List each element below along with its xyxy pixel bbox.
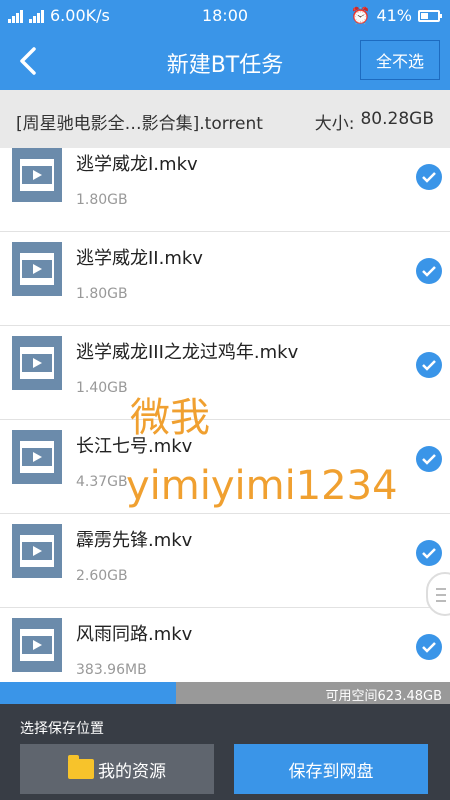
deselect-all-button[interactable]: 全不选 — [360, 40, 440, 80]
file-name: 长江七号.mkv — [76, 436, 193, 457]
save-location-label: 选择保存位置 — [20, 721, 104, 737]
file-size: 383.96MB — [76, 662, 147, 678]
storage-bar: 可用空间623.48GB — [0, 682, 450, 704]
file-size: 1.80GB — [76, 192, 128, 208]
check-icon — [422, 454, 436, 465]
file-list[interactable]: 逃学威龙I.mkv 1.80GB 逃学威龙II.mkv 1.80GB 逃学威龙I… — [0, 148, 450, 682]
torrent-size: 大小: 80.28GB — [315, 109, 434, 134]
file-checkbox[interactable] — [416, 540, 442, 566]
title-bar: 新建BT任务 全不选 — [0, 32, 450, 90]
my-resources-button[interactable]: 我的资源 — [20, 744, 214, 794]
video-file-icon — [12, 242, 62, 296]
my-resources-label: 我的资源 — [98, 761, 166, 782]
file-row[interactable]: 霹雳先锋.mkv 2.60GB — [0, 514, 450, 608]
storage-used-fill — [0, 682, 176, 704]
video-file-icon — [12, 148, 62, 202]
file-row[interactable]: 逃学威龙III之龙过鸡年.mkv 1.40GB — [0, 326, 450, 420]
file-row[interactable]: 逃学威龙I.mkv 1.80GB — [0, 148, 450, 232]
bottom-panel: 选择保存位置 我的资源 保存到网盘 — [0, 704, 450, 800]
check-icon — [422, 266, 436, 277]
file-checkbox[interactable] — [416, 258, 442, 284]
storage-available-text: 可用空间623.48GB — [325, 689, 442, 704]
file-checkbox[interactable] — [416, 446, 442, 472]
check-icon — [422, 642, 436, 653]
battery-icon — [418, 9, 442, 22]
file-row[interactable]: 长江七号.mkv 4.37GB — [0, 420, 450, 514]
video-file-icon — [12, 336, 62, 390]
torrent-info-bar: [周星驰电影全…影合集].torrent 大小: 80.28GB — [0, 90, 450, 148]
alarm-icon: ⏰ — [350, 6, 371, 25]
file-checkbox[interactable] — [416, 352, 442, 378]
file-name: 逃学威龙III之龙过鸡年.mkv — [76, 342, 299, 363]
torrent-name: [周星驰电影全…影合集].torrent — [16, 114, 263, 134]
check-icon — [422, 360, 436, 371]
file-size: 4.37GB — [76, 474, 128, 490]
file-size: 1.40GB — [76, 380, 128, 396]
video-file-icon — [12, 430, 62, 484]
torrent-size-value: 80.28GB — [360, 109, 434, 129]
status-bar: 6.00K/s 18:00 ⏰ 41% — [0, 0, 450, 32]
save-to-cloud-button[interactable]: 保存到网盘 — [234, 744, 428, 794]
file-name: 风雨同路.mkv — [76, 624, 193, 645]
file-size: 1.80GB — [76, 286, 128, 302]
folder-icon — [68, 755, 94, 779]
battery-percent: 41% — [376, 6, 412, 25]
file-checkbox[interactable] — [416, 634, 442, 660]
file-name: 逃学威龙I.mkv — [76, 154, 198, 175]
video-file-icon — [12, 618, 62, 672]
file-name: 逃学威龙II.mkv — [76, 248, 203, 269]
file-checkbox[interactable] — [416, 164, 442, 190]
torrent-size-label: 大小: — [314, 114, 355, 134]
file-row[interactable]: 风雨同路.mkv 383.96MB — [0, 608, 450, 682]
file-row[interactable]: 逃学威龙II.mkv 1.80GB — [0, 232, 450, 326]
check-icon — [422, 172, 436, 183]
check-icon — [422, 548, 436, 559]
file-name: 霹雳先锋.mkv — [76, 530, 193, 551]
video-file-icon — [12, 524, 62, 578]
status-right: ⏰ 41% — [350, 6, 442, 25]
file-size: 2.60GB — [76, 568, 128, 584]
